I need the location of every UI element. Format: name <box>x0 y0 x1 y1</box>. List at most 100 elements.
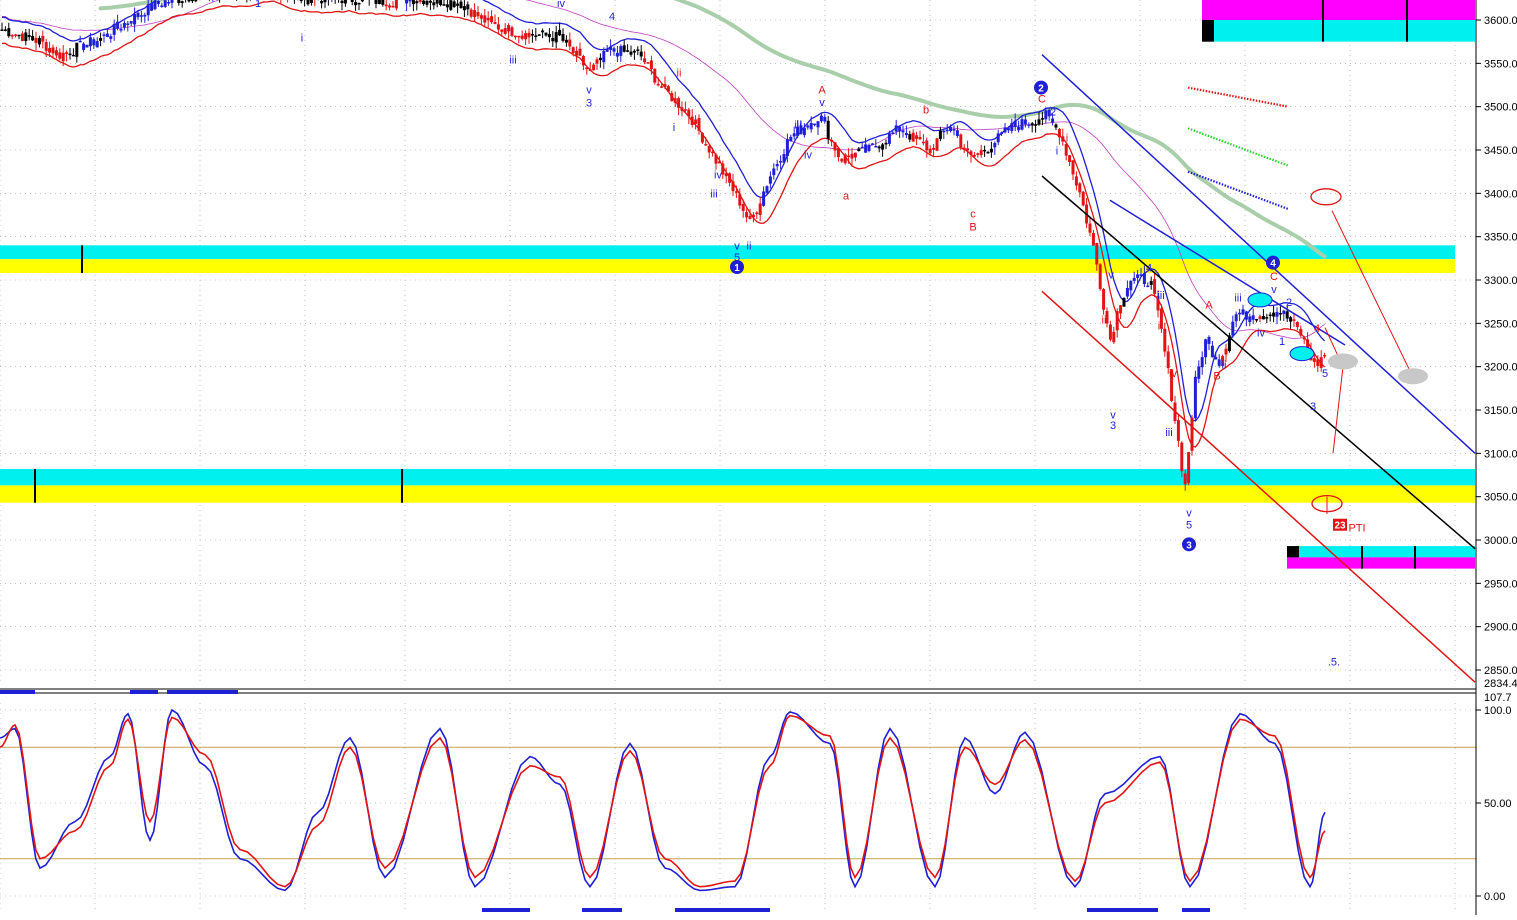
price-bar-body-169 <box>575 50 579 56</box>
price-bar-body-174 <box>592 64 596 71</box>
price-bar-body-354 <box>1204 339 1208 358</box>
price-bar-body-126 <box>428 0 432 3</box>
elliott-wave-chart: 1iiiiiv4v3iiiiviiiv5iiAviiiivabcBC2iiv4i… <box>0 0 1517 915</box>
price-bar-body-185 <box>629 51 633 55</box>
price-bar-body-17 <box>58 52 62 59</box>
price-bar-body-130 <box>442 4 446 6</box>
wave-label-7: ii <box>677 67 682 79</box>
zone-band-lower-2 <box>1202 20 1475 42</box>
price-axis-label-1: 2900.0 <box>1484 622 1517 634</box>
price-axis-label-12: 3450.0 <box>1484 145 1517 157</box>
price-bar-body-36 <box>122 22 126 28</box>
price-bar-body-9 <box>31 36 35 41</box>
price-bar-body-139 <box>473 10 477 18</box>
price-bar-body-211 <box>717 161 721 164</box>
price-bar-body-100 <box>340 0 344 4</box>
price-bar-body-389 <box>1323 355 1327 357</box>
price-bar-body-363 <box>1234 314 1238 322</box>
price-bar-body-383 <box>1302 337 1306 340</box>
price-bar-body-246 <box>836 148 840 158</box>
wave-label-38: B <box>1213 371 1220 383</box>
wave-label-45: 1 <box>1279 336 1285 348</box>
price-bar-body-40 <box>136 12 140 18</box>
wave-label-5: v <box>586 85 592 97</box>
price-bar-body-223 <box>758 203 762 216</box>
price-axis-label-13: 3500.0 <box>1484 102 1517 114</box>
price-bar-body-213 <box>724 173 728 177</box>
wave-label-11: v <box>734 241 740 253</box>
price-bar-body-10 <box>34 37 38 43</box>
price-bar-body-331 <box>1125 287 1129 297</box>
wave-label-21: B <box>969 222 976 234</box>
price-bar-body-178 <box>605 48 609 52</box>
price-bar-body-175 <box>595 59 599 64</box>
price-bar-body-190 <box>646 62 650 64</box>
price-bar-body-243 <box>826 120 830 139</box>
price-bar-body-379 <box>1289 317 1293 322</box>
price-bar-body-306 <box>1040 118 1044 120</box>
price-bar-body-312 <box>1061 136 1065 142</box>
price-bar-body-269 <box>915 135 919 139</box>
price-bar-body-347 <box>1180 442 1184 472</box>
wave-label-17: iv <box>804 150 812 162</box>
wave-label-39: ii <box>1222 359 1227 371</box>
price-bar-body-253 <box>860 146 864 149</box>
price-bar-body-31 <box>105 33 109 38</box>
price-bar-body-47 <box>160 5 164 7</box>
price-bar-body-358 <box>1217 359 1221 366</box>
price-bar-body-199 <box>677 98 681 108</box>
price-bar-body-52 <box>177 0 181 4</box>
price-bar-body-4 <box>14 34 18 36</box>
price-bar-body-125 <box>425 0 429 5</box>
price-bar-body-200 <box>680 107 684 111</box>
wave-label-49: PTI <box>1348 522 1365 534</box>
price-bar-body-216 <box>734 191 738 193</box>
price-bar-body-111 <box>377 0 381 5</box>
price-axis-label-2: 2950.0 <box>1484 578 1517 590</box>
price-bar-body-210 <box>714 154 718 164</box>
price-bar-body-378 <box>1285 311 1289 319</box>
price-axis-label-8: 3250.0 <box>1484 318 1517 330</box>
wave-label-44: 2 <box>1286 297 1292 309</box>
price-bar-body-279 <box>949 127 953 132</box>
price-bar-body-326 <box>1108 324 1112 340</box>
price-bar-body-289 <box>983 149 987 152</box>
wave-label-16: iii <box>794 119 801 131</box>
price-bar-body-256 <box>870 143 874 145</box>
wave-label-4: 4 <box>609 11 615 23</box>
price-bar-body-377 <box>1282 310 1286 315</box>
price-bar-body-209 <box>711 151 715 154</box>
price-bar-body-33 <box>112 24 116 35</box>
price-bar-body-128 <box>435 0 439 4</box>
price-axis-label-14: 3550.0 <box>1484 58 1517 70</box>
price-bar-body-39 <box>133 14 137 25</box>
price-bar-body-218 <box>741 203 745 211</box>
pti-badge-text: 23 <box>1334 521 1346 532</box>
price-bar-body-101 <box>343 0 347 4</box>
price-bar-body-172 <box>585 67 589 69</box>
projection-marker-5 <box>1289 346 1315 362</box>
price-bar-body-194 <box>660 86 664 88</box>
price-bar-body-232 <box>789 136 793 142</box>
price-bar-body-303 <box>1030 123 1034 126</box>
price-bar-body-110 <box>374 0 378 4</box>
price-bar-body-311 <box>1057 128 1061 138</box>
wave-label-14: A <box>818 85 826 97</box>
price-bar-body-186 <box>632 50 636 53</box>
wave-label-8: i <box>673 122 675 134</box>
price-bar-body-26 <box>88 37 92 47</box>
price-bar-body-144 <box>490 16 494 23</box>
price-bar-body-233 <box>792 133 796 137</box>
price-bar-body-367 <box>1248 316 1252 323</box>
price-bar-body-381 <box>1295 321 1299 328</box>
wave-label-48: 3 <box>1310 401 1316 413</box>
price-bar-body-140 <box>476 11 480 17</box>
zone-black-block-0 <box>1202 20 1214 42</box>
price-bar-body-240 <box>816 121 820 128</box>
wave-label-20: c <box>970 209 976 221</box>
price-bar-body-19 <box>65 52 69 54</box>
circled-wave-label-3: 4 <box>1270 259 1276 270</box>
price-bar-body-151 <box>513 35 517 38</box>
price-bar-body-239 <box>813 123 817 126</box>
price-axis-label-15: 3600.0 <box>1484 15 1517 27</box>
